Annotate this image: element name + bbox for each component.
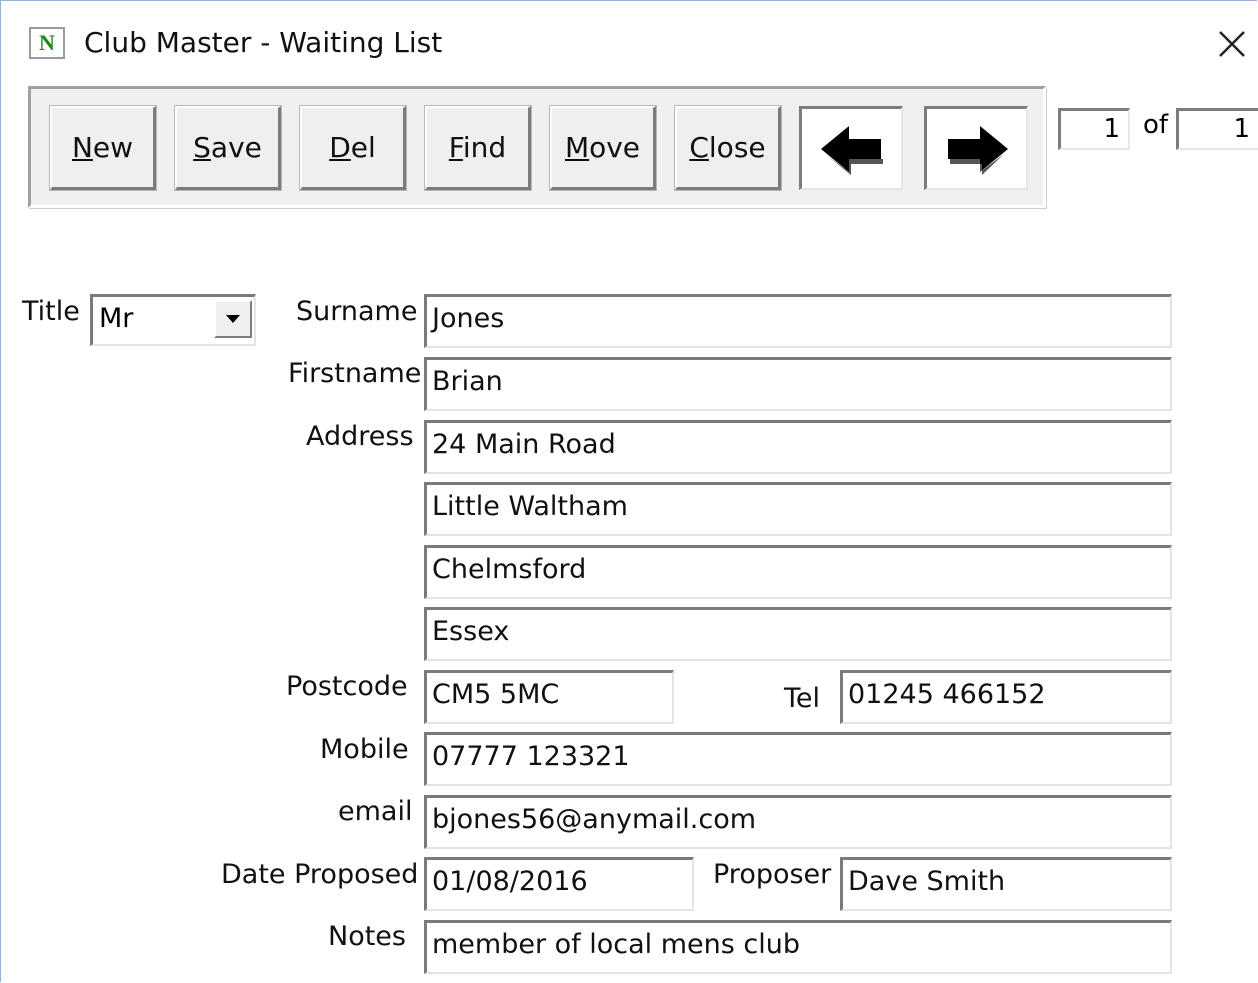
save-button[interactable]: Save bbox=[174, 105, 282, 191]
app-logo-icon: N bbox=[29, 27, 65, 59]
tel-label: Tel bbox=[784, 683, 821, 714]
delete-button[interactable]: Del bbox=[299, 105, 407, 191]
chevron-down-icon[interactable] bbox=[214, 300, 252, 338]
previous-record-button[interactable] bbox=[799, 106, 903, 190]
move-button[interactable]: Move bbox=[549, 105, 657, 191]
new-button[interactable]: New bbox=[49, 105, 157, 191]
mobile-field[interactable]: 07777 123321 bbox=[424, 732, 1172, 786]
delete-button-label: Del bbox=[329, 131, 376, 164]
tel-field[interactable]: 01245 466152 bbox=[840, 670, 1172, 724]
address-label: Address bbox=[306, 421, 414, 452]
email-label: email bbox=[338, 796, 413, 827]
close-button[interactable]: Close bbox=[674, 105, 782, 191]
close-button-label: Close bbox=[689, 131, 766, 164]
notes-label: Notes bbox=[328, 921, 406, 952]
date-proposed-field[interactable]: 01/08/2016 bbox=[424, 857, 694, 911]
find-button[interactable]: Find bbox=[424, 105, 532, 191]
save-button-label: Save bbox=[193, 131, 262, 164]
arrow-right-icon bbox=[947, 125, 1008, 175]
current-record-field[interactable]: 1 bbox=[1058, 108, 1130, 150]
mobile-label: Mobile bbox=[320, 734, 409, 765]
address-line-3-field[interactable]: Chelmsford bbox=[424, 545, 1172, 599]
next-record-button[interactable] bbox=[924, 106, 1028, 190]
surname-field[interactable]: Jones bbox=[424, 294, 1172, 348]
find-button-label: Find bbox=[448, 131, 507, 164]
address-line-4-field[interactable]: Essex bbox=[424, 607, 1172, 661]
title-select[interactable]: Mr bbox=[90, 294, 256, 346]
date-proposed-label: Date Proposed bbox=[221, 859, 419, 890]
total-records-field[interactable]: 1 bbox=[1176, 108, 1258, 150]
proposer-field[interactable]: Dave Smith bbox=[840, 857, 1172, 911]
address-line-1-field[interactable]: 24 Main Road bbox=[424, 420, 1172, 474]
email-field[interactable]: bjones56@anymail.com bbox=[424, 795, 1172, 849]
surname-label: Surname bbox=[296, 296, 418, 327]
firstname-label: Firstname bbox=[288, 358, 422, 389]
of-label: of bbox=[1143, 110, 1169, 140]
arrow-left-icon bbox=[820, 125, 883, 175]
postcode-field[interactable]: CM5 5MC bbox=[424, 670, 674, 724]
move-button-label: Move bbox=[564, 131, 641, 164]
notes-field[interactable]: member of local mens club bbox=[424, 920, 1172, 974]
new-button-label: New bbox=[71, 131, 134, 164]
app-logo-letter: N bbox=[39, 30, 55, 55]
firstname-field[interactable]: Brian bbox=[424, 357, 1172, 411]
close-icon[interactable] bbox=[1210, 22, 1254, 66]
proposer-label: Proposer bbox=[713, 859, 832, 890]
title-label: Title bbox=[22, 296, 80, 327]
address-line-2-field[interactable]: Little Waltham bbox=[424, 482, 1172, 536]
window-title: Club Master - Waiting List bbox=[84, 26, 443, 59]
title-select-value: Mr bbox=[99, 303, 134, 334]
postcode-label: Postcode bbox=[286, 671, 408, 702]
